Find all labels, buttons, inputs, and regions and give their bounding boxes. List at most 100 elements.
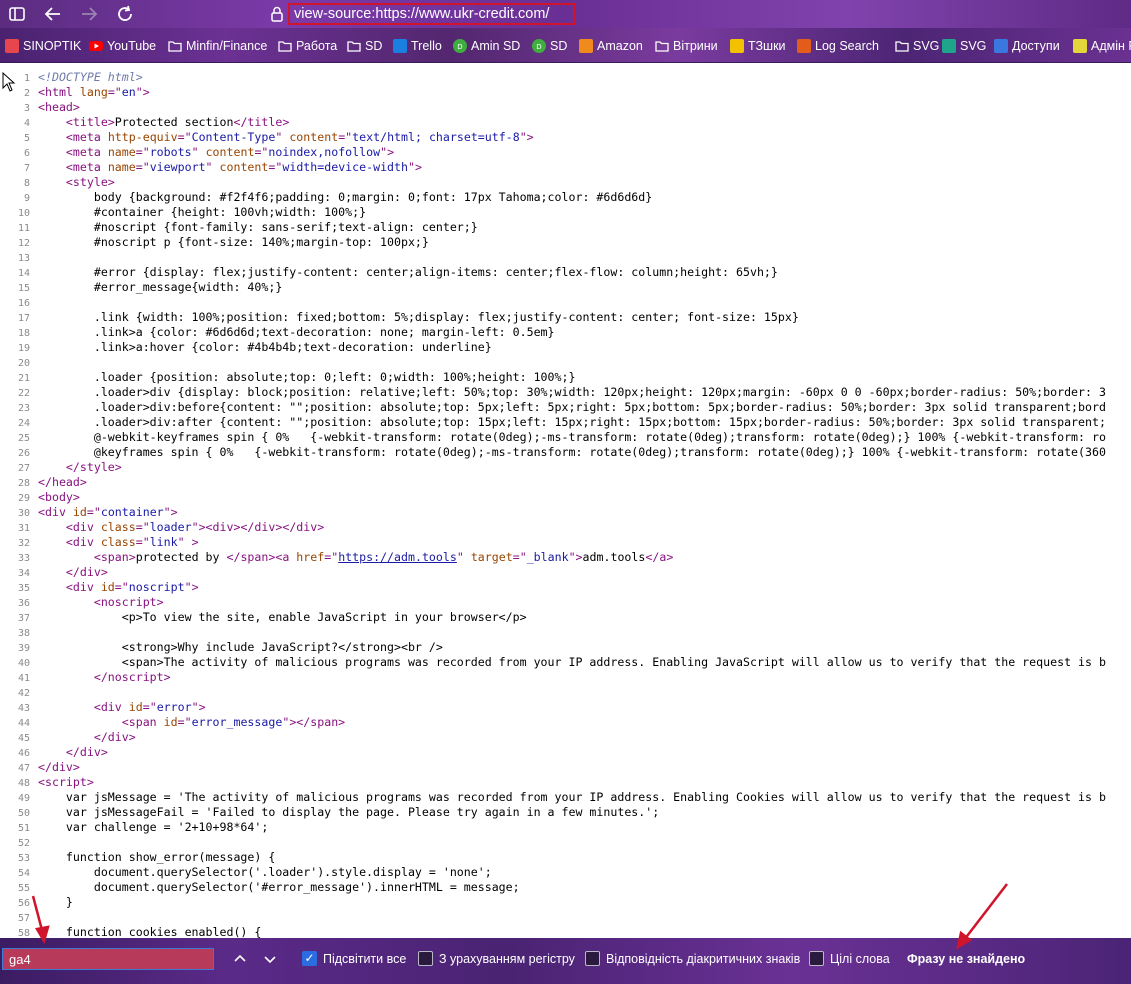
source-line: 25 @-webkit-keyframes spin { 0% {-webkit… — [0, 430, 1131, 445]
sidebar-icon[interactable] — [5, 2, 29, 26]
source-token: <meta — [65, 145, 108, 159]
svg-icon — [942, 39, 956, 53]
source-line: 22 .loader>div {display: block;position:… — [0, 385, 1131, 400]
source-line: 44 <span id="error_message"></span> — [0, 715, 1131, 730]
source-token — [38, 145, 66, 159]
bookmark-item[interactable]: Работа — [278, 37, 337, 55]
bookmark-item[interactable]: Вітрини — [655, 37, 718, 55]
source-line: 45 </div> — [0, 730, 1131, 745]
match-diacritics-checkbox[interactable] — [585, 951, 600, 966]
bookmark-item[interactable]: ТЗшки — [730, 37, 786, 55]
line-number: 48 — [17, 778, 30, 789]
line-number: 21 — [17, 373, 30, 384]
source-token: " — [191, 145, 206, 159]
folder-icon — [895, 39, 909, 53]
line-number: 39 — [17, 643, 30, 654]
source-token: =" — [324, 550, 339, 564]
source-token: Content-Type — [191, 130, 276, 144]
sd-icon: D — [453, 39, 467, 53]
bookmark-item[interactable]: D Amin SD — [453, 37, 520, 55]
source-token: " — [456, 550, 471, 564]
source-token: "> — [191, 700, 206, 714]
source-token: "> — [184, 580, 199, 594]
line-number: 24 — [17, 418, 30, 429]
bookmark-item[interactable]: Trello — [393, 37, 442, 55]
line-number: 45 — [17, 733, 30, 744]
line-number: 3 — [23, 103, 30, 114]
refresh-icon[interactable] — [113, 2, 137, 26]
url-text[interactable]: view-source:https://www.ukr-credit.com/ — [288, 3, 575, 25]
source-line: 4 <title>Protected section</title> — [0, 115, 1131, 130]
line-number: 22 — [17, 388, 30, 399]
bookmark-label: YouTube — [107, 39, 157, 53]
line-number: 19 — [17, 343, 30, 354]
source-line: 38 — [0, 625, 1131, 640]
bookmark-item[interactable]: Log Search — [797, 37, 879, 55]
forward-icon[interactable] — [77, 2, 101, 26]
line-number: 51 — [17, 823, 30, 834]
find-input[interactable] — [2, 948, 214, 970]
line-number: 6 — [23, 148, 30, 159]
source-token: " — [205, 160, 220, 174]
bookmark-item[interactable]: Доступи — [994, 37, 1060, 55]
source-token — [38, 535, 66, 549]
log-icon — [797, 39, 811, 53]
bookmark-item[interactable]: D SD — [532, 37, 567, 55]
source-line: 55 document.querySelector('#error_messag… — [0, 880, 1131, 895]
source-token: Protected section — [114, 115, 234, 129]
line-number: 8 — [23, 178, 30, 189]
bookmark-item[interactable]: Minfin/Finance — [168, 37, 267, 55]
source-token: id — [163, 715, 178, 729]
bookmark-item[interactable]: SVG — [942, 37, 986, 55]
line-number: 57 — [17, 913, 30, 924]
line-number: 28 — [17, 478, 30, 489]
source-token: "> — [568, 550, 583, 564]
source-token: </style> — [65, 460, 122, 474]
line-number: 55 — [17, 883, 30, 894]
source-token: href — [296, 550, 325, 564]
source-line: 18 .link>a {color: #6d6d6d;text-decorati… — [0, 325, 1131, 340]
bookmark-label: SVG — [960, 39, 987, 53]
bookmark-item[interactable]: Адмін Р — [1073, 37, 1131, 55]
back-icon[interactable] — [41, 2, 65, 26]
whole-words-checkbox[interactable] — [809, 951, 824, 966]
bookmark-item[interactable]: SINOPTIK — [5, 37, 81, 55]
source-line: 47 </div> — [0, 760, 1131, 775]
line-number: 43 — [17, 703, 30, 714]
source-line: 27 </style> — [0, 460, 1131, 475]
source-token: <noscript> — [93, 595, 164, 609]
line-number: 53 — [17, 853, 30, 864]
bookmark-item[interactable]: SVG — [895, 37, 939, 55]
source-token: content — [205, 145, 255, 159]
source-token: </span><a — [226, 550, 297, 564]
source-token: body {background: #f2f4f6;padding: 0;mar… — [38, 190, 653, 204]
line-number: 50 — [17, 808, 30, 819]
find-previous-icon[interactable] — [231, 950, 249, 968]
source-token: noscript — [128, 580, 185, 594]
source-token: <html — [38, 85, 80, 99]
svg-text:D: D — [457, 43, 462, 51]
source-token: =" — [254, 145, 269, 159]
source-token: </a> — [645, 550, 674, 564]
source-token: "> — [163, 505, 178, 519]
source-token: } — [38, 895, 73, 909]
source-link[interactable]: https://adm.tools — [338, 550, 457, 564]
source-token: #error_message{width: 40%;} — [38, 280, 283, 294]
source-token — [38, 520, 66, 534]
bookmark-item[interactable]: YouTube — [89, 37, 156, 55]
source-line: 57 — [0, 910, 1131, 925]
match-case-checkbox[interactable] — [418, 951, 433, 966]
find-next-icon[interactable] — [261, 950, 279, 968]
source-token: error_message — [191, 715, 283, 729]
source-token: _blank — [526, 550, 569, 564]
source-token: <p>To view the site, enable JavaScript i… — [38, 610, 527, 624]
bookmark-item[interactable]: Amazon — [579, 37, 643, 55]
source-token: " > — [177, 535, 199, 549]
highlight-all-checkbox[interactable]: ✓ — [302, 951, 317, 966]
source-token: </div> — [38, 760, 80, 774]
source-token — [38, 670, 94, 684]
line-number: 10 — [17, 208, 30, 219]
source-token: lang — [79, 85, 108, 99]
bookmark-item[interactable]: SD — [347, 37, 382, 55]
source-line: 15 #error_message{width: 40%;} — [0, 280, 1131, 295]
